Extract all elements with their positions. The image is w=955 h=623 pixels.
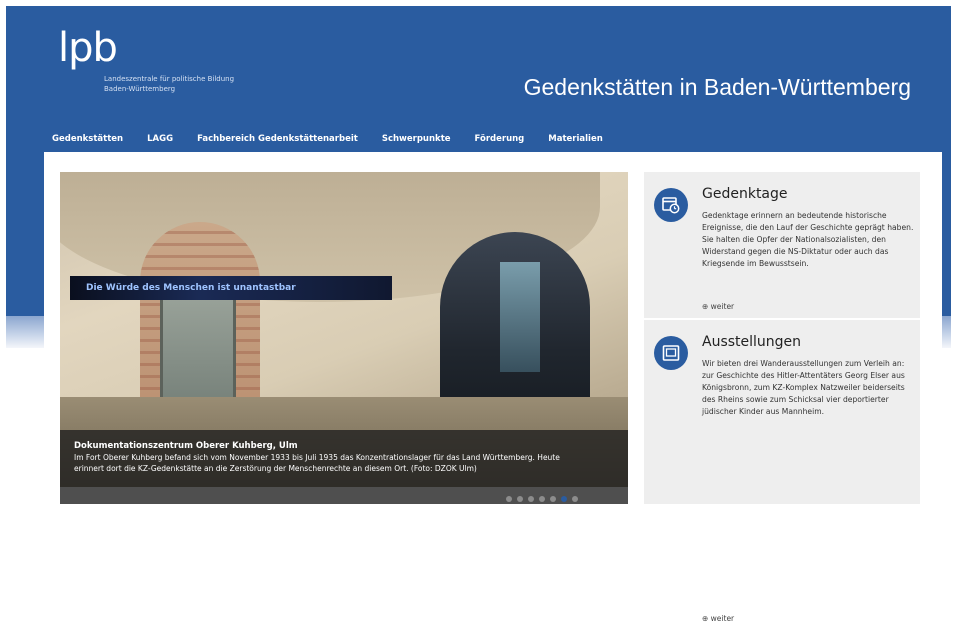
main-nav: Gedenkstätten LAGG Fachbereich Gedenkstä… bbox=[52, 134, 627, 144]
nav-gedenkstaetten[interactable]: Gedenkstätten bbox=[52, 134, 123, 144]
logo-subtitle: Landeszentrale für politische Bildung Ba… bbox=[104, 74, 304, 94]
gedenktage-text: Gedenktage erinnern an bedeutende histor… bbox=[702, 211, 914, 268]
ausstellungen-text: Wir bieten drei Wanderausstellungen zum … bbox=[702, 359, 905, 416]
nav-materialien[interactable]: Materialien bbox=[548, 134, 603, 144]
nav-lagg[interactable]: LAGG bbox=[147, 134, 173, 144]
slider-dots bbox=[506, 496, 578, 502]
sidebar: Gedenktage Gedenktage erinnern an bedeut… bbox=[644, 172, 920, 623]
light-banner: Die Würde des Menschen ist unantastbar bbox=[70, 276, 392, 300]
slider-dot[interactable] bbox=[539, 496, 545, 502]
gedenktage-more-link[interactable]: ⊕ weiter bbox=[702, 302, 734, 311]
lpb-logo[interactable]: lpb Landeszentrale für politische Bildun… bbox=[58, 25, 234, 93]
gedenktage-more-label: weiter bbox=[710, 302, 735, 311]
calendar-clock-icon bbox=[654, 188, 688, 222]
logo-text: lpb bbox=[58, 25, 118, 71]
slider-dot[interactable] bbox=[561, 496, 567, 502]
ausstellungen-box: Ausstellungen Wir bieten drei Wanderauss… bbox=[644, 320, 920, 623]
nav-foerderung[interactable]: Förderung bbox=[475, 134, 525, 144]
gedenktage-box: Gedenktage Gedenktage erinnern an bedeut… bbox=[644, 172, 920, 318]
site-title: Gedenkstätten in Baden-Württemberg bbox=[523, 74, 911, 100]
ausstellungen-title[interactable]: Ausstellungen bbox=[702, 334, 801, 350]
nav-schwerpunkte[interactable]: Schwerpunkte bbox=[382, 134, 451, 144]
gedenktage-title[interactable]: Gedenktage bbox=[702, 186, 788, 202]
nav-fachbereich[interactable]: Fachbereich Gedenkstättenarbeit bbox=[197, 134, 358, 144]
slider-dot[interactable] bbox=[506, 496, 512, 502]
logo-subtitle-line2: Baden-Württemberg bbox=[104, 85, 176, 93]
display-case bbox=[500, 262, 540, 372]
slider-dot[interactable] bbox=[517, 496, 523, 502]
ausstellungen-more-link[interactable]: ⊕ weiter bbox=[702, 614, 734, 623]
slider-dot[interactable] bbox=[572, 496, 578, 502]
slider-dot[interactable] bbox=[550, 496, 556, 502]
exhibition-icon bbox=[654, 336, 688, 370]
caption-title: Dokumentationszentrum Oberer Kuhberg, Ul… bbox=[74, 441, 298, 451]
slider-dot[interactable] bbox=[528, 496, 534, 502]
slider-caption: Dokumentationszentrum Oberer Kuhberg, Ul… bbox=[60, 430, 628, 504]
logo-subtitle-line1: Landeszentrale für politische Bildung bbox=[104, 75, 235, 83]
caption-text: Im Fort Oberer Kuhberg befand sich vom N… bbox=[74, 453, 560, 473]
ausstellungen-more-label: weiter bbox=[710, 614, 735, 623]
